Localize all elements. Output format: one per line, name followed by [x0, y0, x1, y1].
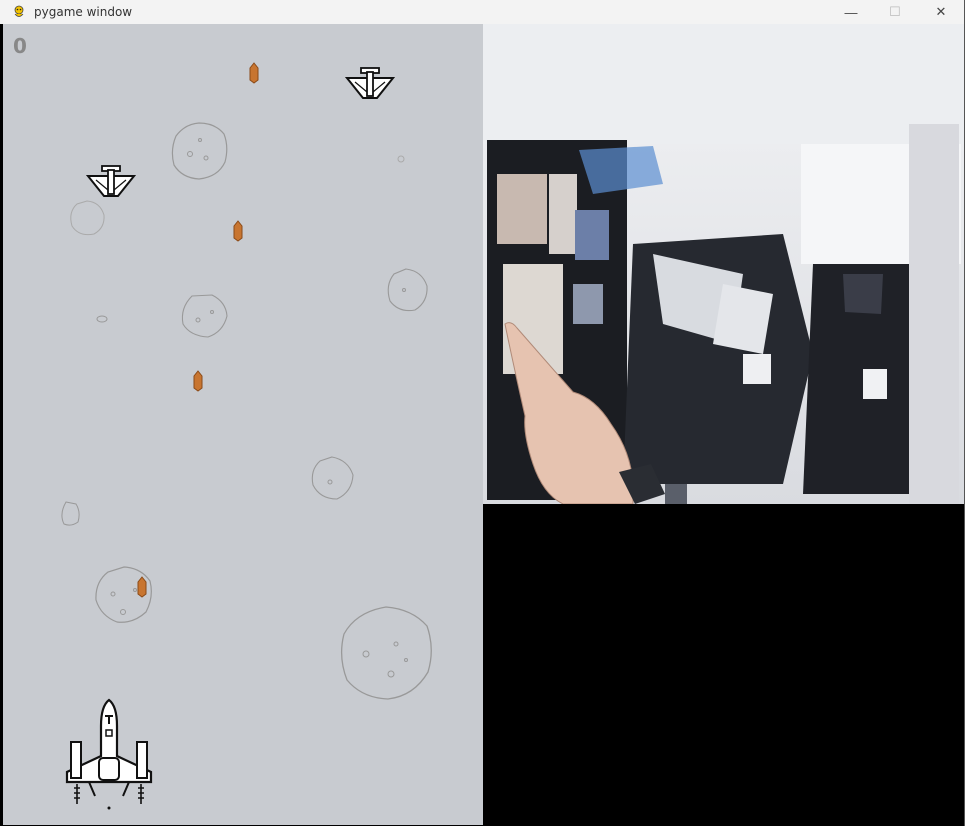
camera-feed: [483, 24, 964, 504]
bullet-icon: [233, 220, 243, 242]
window-title: pygame window: [34, 5, 133, 19]
bullet-icon: [249, 62, 259, 84]
player-spaceship-icon[interactable]: [59, 696, 159, 816]
enemy-ship-icon: [86, 165, 136, 197]
minimize-button[interactable]: —: [828, 0, 874, 24]
bullet-icon: [137, 576, 147, 598]
empty-area: [483, 504, 964, 826]
asteroid-icon: [387, 268, 428, 312]
game-canvas[interactable]: 0: [3, 24, 483, 825]
maximize-icon: ☐: [889, 4, 901, 19]
score-counter: 0: [13, 34, 27, 58]
minimize-icon: —: [844, 4, 858, 20]
close-button[interactable]: ✕: [918, 0, 964, 24]
camera-image: [483, 24, 964, 504]
maximize-button[interactable]: ☐: [872, 0, 918, 24]
asteroid-icon: [70, 200, 105, 236]
asteroid-icon: [340, 606, 432, 700]
bullet-icon: [193, 370, 203, 392]
close-icon: ✕: [935, 4, 947, 19]
asteroid-icon: [311, 456, 354, 500]
asteroid-icon: [181, 294, 228, 338]
title-bar[interactable]: pygame window — ☐ ✕: [0, 0, 964, 24]
asteroid-icon: [61, 501, 80, 526]
asteroid-icon: [171, 122, 228, 180]
asteroid-icon: [397, 155, 405, 163]
pygame-snake-icon: [14, 5, 24, 17]
enemy-ship-icon: [345, 67, 395, 99]
asteroid-icon: [96, 315, 108, 323]
pygame-window: pygame window — ☐ ✕ 0: [0, 0, 965, 826]
